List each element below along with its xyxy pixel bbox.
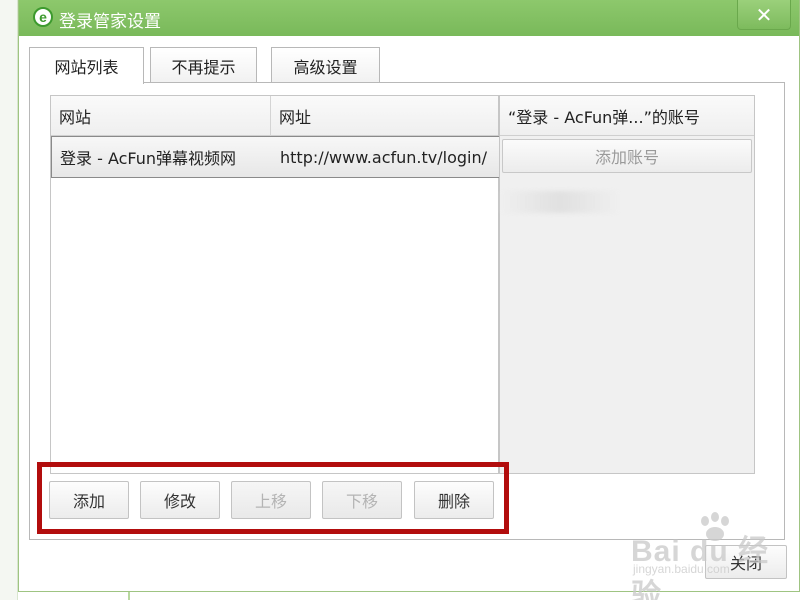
column-header-site[interactable]: 网站 (51, 96, 271, 136)
move-up-button[interactable]: 上移 (231, 481, 311, 519)
close-button[interactable]: 关闭 (705, 545, 787, 579)
blurred-account-entry (500, 191, 620, 213)
site-table: 网站 网址 登录 - AcFun弹幕视频网 http://www.acfun.t… (50, 95, 500, 474)
close-glyph: ✕ (755, 2, 773, 27)
close-icon[interactable]: ✕ (737, 0, 791, 30)
window-title: 登录管家设置 (59, 12, 161, 32)
add-account-button[interactable]: 添加账号 (502, 139, 752, 173)
title-bar: e 登录管家设置 ✕ (19, 0, 799, 36)
add-button[interactable]: 添加 (49, 481, 129, 519)
url-cell: http://www.acfun.tv/login/ (280, 147, 487, 167)
move-down-button[interactable]: 下移 (322, 481, 402, 519)
column-header-url[interactable]: 网址 (271, 96, 498, 136)
tab-site-list[interactable]: 网站列表 (29, 47, 144, 84)
edit-button[interactable]: 修改 (140, 481, 220, 519)
browser-logo-icon: e (33, 7, 53, 27)
account-panel-header: “登录 - AcFun弹...”的账号 (500, 96, 754, 136)
tab-no-prompt[interactable]: 不再提示 (150, 47, 257, 83)
browser-logo-letter: e (39, 9, 47, 25)
tab-advanced-settings[interactable]: 高级设置 (271, 47, 380, 83)
table-row[interactable]: 登录 - AcFun弹幕视频网 http://www.acfun.tv/logi… (51, 136, 500, 178)
delete-button[interactable]: 删除 (414, 481, 494, 519)
background-page (0, 0, 18, 600)
login-manager-dialog: e 登录管家设置 ✕ 网站列表 不再提示 高级设置 网站 网址 登录 - AcF… (18, 0, 800, 600)
account-panel: “登录 - AcFun弹...”的账号 添加账号 (499, 95, 755, 474)
site-cell: 登录 - AcFun弹幕视频网 (60, 149, 237, 168)
